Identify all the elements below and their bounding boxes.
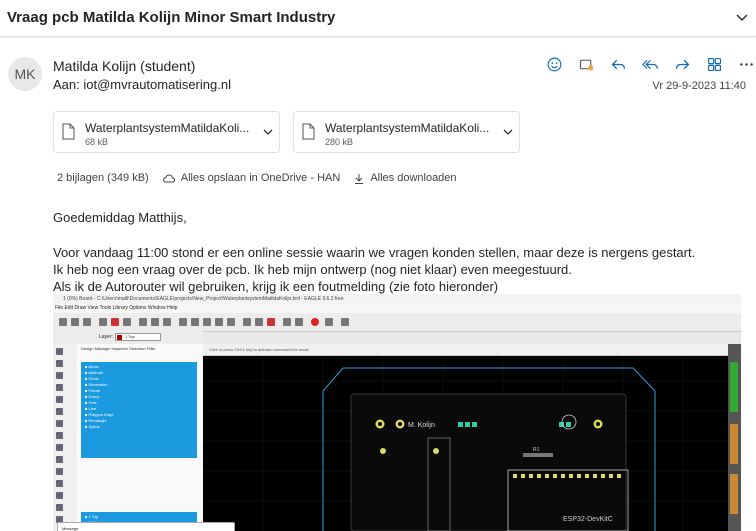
cloud-icon bbox=[162, 174, 175, 183]
reply-all-button[interactable] bbox=[634, 54, 666, 74]
file-icon bbox=[62, 123, 75, 140]
avatar[interactable]: MK bbox=[8, 57, 42, 91]
greeting: Goedemiddag Matthijs, bbox=[53, 210, 187, 225]
eagle-right-panel bbox=[728, 344, 741, 531]
tag-icon bbox=[579, 59, 593, 70]
embedded-screenshot[interactable]: 1 (0%) Board - C:\Users\matil\Documents\… bbox=[53, 294, 741, 531]
email-subject: Vraag pcb Matilda Kolijn Minor Smart Ind… bbox=[7, 9, 336, 26]
module-label: ESP32-DevKitC bbox=[563, 516, 613, 523]
message-dialog[interactable]: Message bbox=[57, 522, 235, 531]
panel-tabs[interactable]: Design Manager Inspector Selection Filte… bbox=[77, 344, 203, 353]
layer-value: 1 Top bbox=[125, 334, 135, 339]
filter-item[interactable]: ■ Spline bbox=[85, 424, 193, 430]
recipient-line: Aan: iot@mvrautomatisering.nl bbox=[53, 77, 231, 92]
eagle-board-canvas[interactable]: Click or press Ctrl+L key to activate co… bbox=[203, 344, 728, 531]
subject-bar: Vraag pcb Matilda Kolijn Minor Smart Ind… bbox=[0, 0, 756, 37]
attachment-name: WaterplantsystemMatildaKoli... bbox=[325, 121, 490, 135]
chevron-down-icon[interactable] bbox=[502, 126, 514, 138]
message-actions bbox=[538, 54, 756, 74]
collapse-chevron-icon[interactable] bbox=[734, 9, 750, 25]
eagle-titlebar: 1 (0%) Board - C:\Users\matil\Documents\… bbox=[53, 294, 741, 304]
more-icon bbox=[739, 62, 753, 66]
apps-button[interactable] bbox=[698, 54, 730, 74]
reply-icon bbox=[611, 59, 625, 69]
sender-name[interactable]: Matilda Kolijn (student) bbox=[53, 58, 195, 74]
layer-select[interactable]: 1 Top bbox=[115, 333, 161, 341]
command-line[interactable]: Click or press Ctrl+L key to activate co… bbox=[203, 344, 728, 356]
attachment-summary: 2 bijlagen (349 kB) Alles opslaan in One… bbox=[57, 172, 457, 184]
attachment-card-2[interactable]: WaterplantsystemMatildaKoli... 280 kB bbox=[293, 111, 520, 153]
selection-filter-list[interactable]: ■ Arrow ■ Attribute ■ Circle ■ Dimension ■ F… bbox=[81, 362, 197, 458]
forward-button[interactable] bbox=[666, 54, 698, 74]
attachment-card-1[interactable]: WaterplantsystemMatildaKoli... 68 kB bbox=[53, 111, 280, 153]
save-all-onedrive-link[interactable]: Alles opslaan in OneDrive - HAN bbox=[181, 172, 341, 184]
eagle-left-toolbar bbox=[53, 344, 78, 531]
categorize-button[interactable] bbox=[570, 54, 602, 74]
layer-label: Layer: bbox=[99, 334, 113, 340]
body-line-2: Ik heb nog een vraag over de pcb. Ik heb… bbox=[53, 262, 572, 277]
eagle-side-panel: Design Manager Inspector Selection Filte… bbox=[77, 344, 204, 531]
react-button[interactable] bbox=[538, 54, 570, 74]
board-view: M. Kolijn R1 ESP32-DevKitC bbox=[203, 356, 728, 531]
body-line-3: Als ik de Autorouter wil gebruiken, krij… bbox=[53, 279, 499, 294]
attachment-size: 280 kB bbox=[325, 137, 354, 147]
attachment-size: 68 kB bbox=[85, 137, 109, 147]
sent-date: Vr 29-9-2023 11:40 bbox=[652, 80, 746, 92]
smiley-icon bbox=[547, 57, 561, 71]
download-icon bbox=[355, 173, 364, 184]
resistor-label: R1 bbox=[533, 447, 540, 453]
body-line-1: Voor vandaag 11:00 stond er een online s… bbox=[53, 245, 696, 260]
eagle-toolbar bbox=[53, 313, 741, 332]
more-actions-button[interactable] bbox=[730, 54, 756, 74]
reply-all-icon bbox=[641, 59, 658, 69]
eagle-menubar: File Edit Draw View Tools Library Option… bbox=[53, 304, 741, 313]
eagle-layer-bar: Layer: 1 Top bbox=[53, 331, 203, 344]
apps-icon bbox=[707, 57, 721, 71]
attachment-count: 2 bijlagen (349 kB) bbox=[57, 172, 149, 184]
board-author-label: M. Kolijn bbox=[408, 422, 435, 429]
attachment-name: WaterplantsystemMatildaKoli... bbox=[85, 121, 250, 135]
file-icon bbox=[302, 123, 315, 140]
reply-button[interactable] bbox=[602, 54, 634, 74]
download-all-link[interactable]: Alles downloaden bbox=[370, 172, 456, 184]
forward-icon bbox=[675, 59, 689, 69]
to-label: Aan: bbox=[53, 77, 80, 92]
to-address[interactable]: iot@mvrautomatisering.nl bbox=[83, 77, 231, 92]
chevron-down-icon[interactable] bbox=[262, 126, 274, 138]
